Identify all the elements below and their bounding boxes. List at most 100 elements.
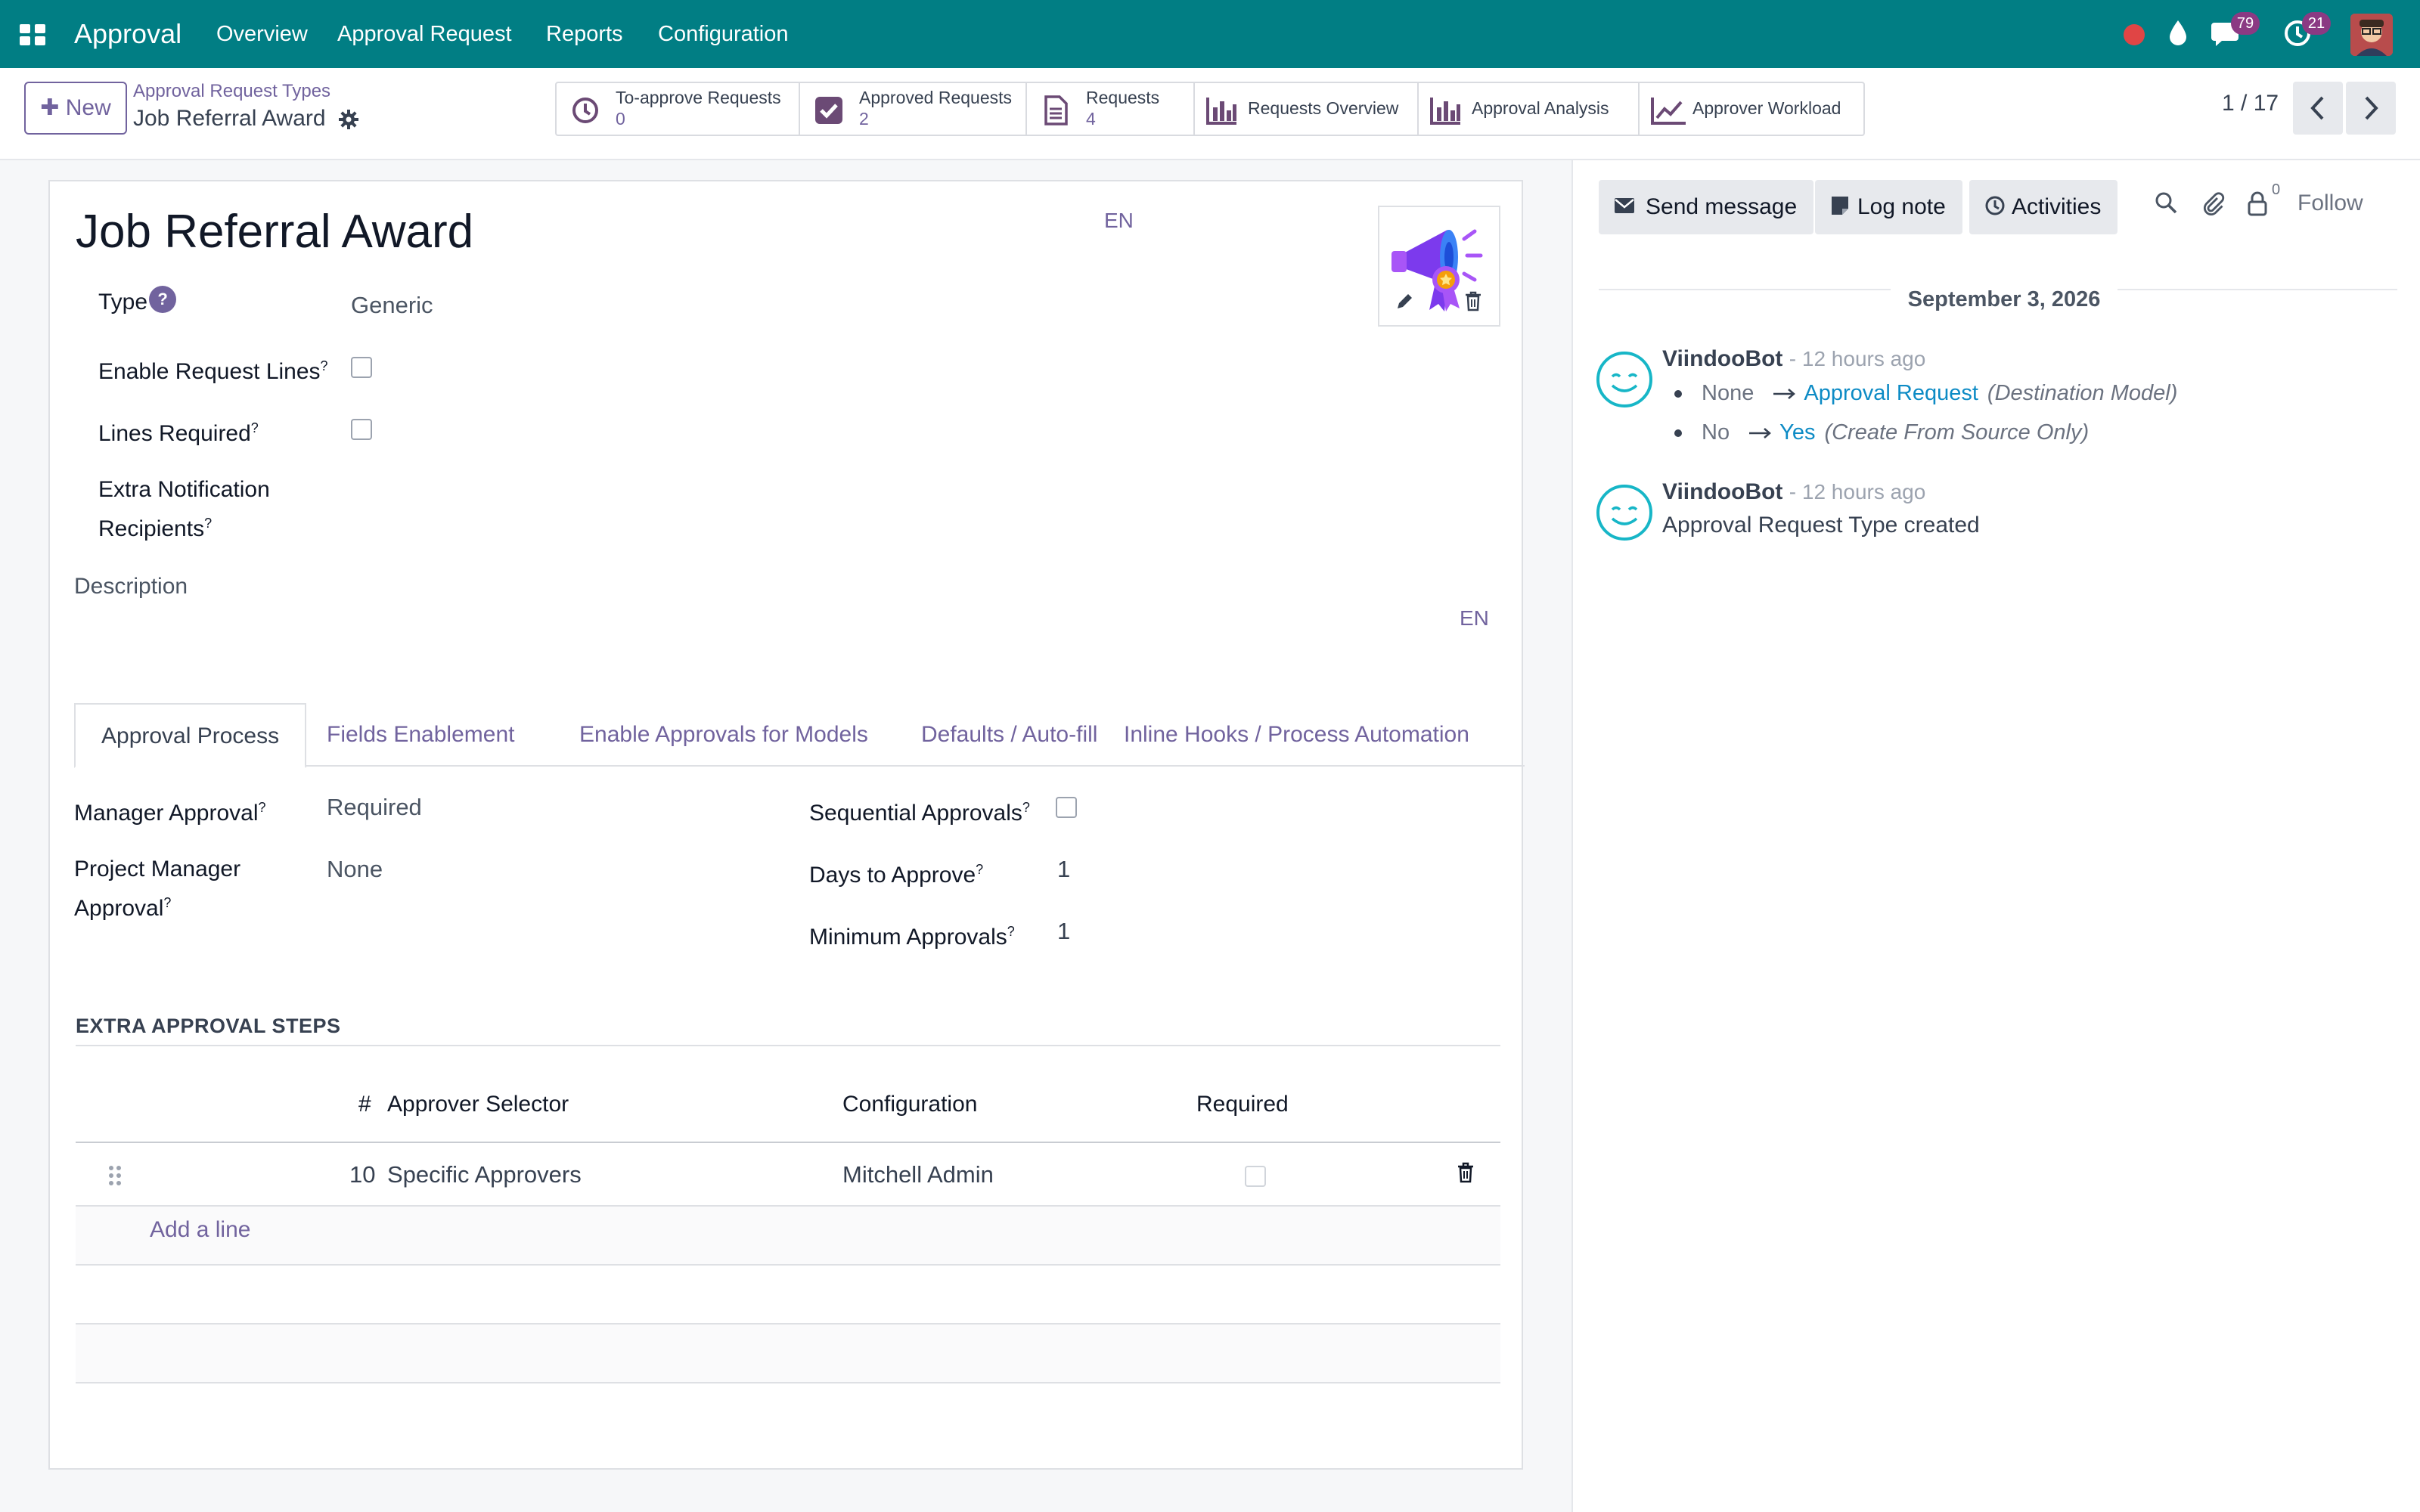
extra-notification-text-1: Extra Notification xyxy=(98,477,270,502)
description-field[interactable] xyxy=(74,605,1466,673)
enable-request-lines-label: Enable Request Lines? xyxy=(98,349,328,389)
sequential-approvals-checkbox[interactable] xyxy=(1056,797,1077,818)
row-divider xyxy=(76,1264,1500,1266)
type-image[interactable] xyxy=(1378,206,1500,327)
empty-row xyxy=(76,1325,1500,1382)
approval-analysis-button[interactable]: Approval Analysis xyxy=(1419,83,1640,135)
approver-workload-button[interactable]: Approver Workload xyxy=(1640,83,1863,135)
tab-enable-approvals-for-models[interactable]: Enable Approvals for Models xyxy=(554,703,894,767)
column-required[interactable]: Required xyxy=(1196,1092,1289,1117)
control-panel: ✚ New Approval Request Types Job Referra… xyxy=(0,68,2420,160)
clock-icon xyxy=(570,95,600,125)
minimum-approvals-value[interactable]: 1 xyxy=(1057,915,1070,948)
gear-icon[interactable] xyxy=(338,109,359,130)
tab-inline-hooks[interactable]: Inline Hooks / Process Automation xyxy=(1098,703,1495,767)
help-mark[interactable]: ? xyxy=(204,516,212,531)
requests-overview-button[interactable]: Requests Overview xyxy=(1195,83,1419,135)
log-note-label: Log note xyxy=(1857,194,1946,219)
menu-configuration[interactable]: Configuration xyxy=(658,20,789,48)
column-configuration[interactable]: Configuration xyxy=(842,1092,977,1117)
type-label: Type? xyxy=(98,286,177,319)
description-lang-button[interactable]: EN xyxy=(1460,606,1489,631)
record-dot-icon[interactable] xyxy=(2124,24,2145,45)
message-author[interactable]: ViindooBot - 12 hours ago xyxy=(1662,346,1925,372)
tab-approval-process[interactable]: Approval Process xyxy=(74,703,307,768)
minimum-approvals-text: Minimum Approvals xyxy=(809,925,1007,950)
row-delete-trash-icon[interactable] xyxy=(1457,1161,1475,1184)
log-note-button[interactable]: Log note xyxy=(1815,180,1962,234)
type-label-text: Type xyxy=(98,290,148,314)
new-button[interactable]: ✚ New xyxy=(24,82,127,135)
add-line-link[interactable]: Add a line xyxy=(150,1217,250,1243)
menu-overview[interactable]: Overview xyxy=(216,20,308,48)
send-message-button[interactable]: Send message xyxy=(1599,180,1814,234)
message-author[interactable]: ViindooBot - 12 hours ago xyxy=(1662,479,1925,505)
tracking-old-value: None xyxy=(1702,381,1754,405)
pm-approval-value[interactable]: None xyxy=(327,853,383,886)
activities-button[interactable]: Activities xyxy=(1969,180,2118,234)
follow-button[interactable]: Follow xyxy=(2297,191,2363,216)
title-lang-button[interactable]: EN xyxy=(1104,209,1134,233)
column-seq[interactable]: # xyxy=(358,1092,371,1117)
apps-grid-icon[interactable] xyxy=(18,20,48,50)
user-avatar[interactable] xyxy=(2350,14,2393,56)
row-required-checkbox[interactable] xyxy=(1245,1166,1266,1187)
breadcrumb-parent[interactable]: Approval Request Types xyxy=(133,80,330,103)
bot-avatar[interactable] xyxy=(1596,351,1653,408)
approver-workload-label: Approver Workload xyxy=(1692,98,1841,118)
arrow-right-icon xyxy=(1749,428,1772,439)
tab-defaults-autofill[interactable]: Defaults / Auto-fill xyxy=(895,703,1123,767)
column-approver-selector[interactable]: Approver Selector xyxy=(387,1092,569,1117)
pager-value[interactable]: 1 / 17 xyxy=(2222,91,2279,116)
type-value[interactable]: Generic xyxy=(351,289,433,322)
pager-previous-button[interactable] xyxy=(2293,82,2343,135)
new-button-label: New xyxy=(65,95,111,120)
help-mark[interactable]: ? xyxy=(1022,800,1030,815)
document-icon xyxy=(1041,95,1071,125)
requests-button[interactable]: Requests 4 xyxy=(1027,83,1195,135)
tab-fields-enablement[interactable]: Fields Enablement xyxy=(301,703,540,767)
paperclip-icon[interactable] xyxy=(2201,191,2225,216)
drop-icon[interactable] xyxy=(2166,18,2190,48)
help-mark[interactable]: ? xyxy=(163,895,171,910)
line-chart-icon xyxy=(1650,95,1686,125)
help-mark[interactable]: ? xyxy=(1007,924,1015,939)
pencil-icon[interactable] xyxy=(1395,292,1414,311)
menu-approval-request[interactable]: Approval Request xyxy=(337,20,512,48)
followers-count: 0 xyxy=(2272,181,2281,198)
top-navbar: Approval Overview Approval Request Repor… xyxy=(0,0,2420,68)
table-row[interactable]: 10 Specific Approvers Mitchell Admin xyxy=(76,1143,1500,1205)
lines-required-label: Lines Required? xyxy=(98,411,259,451)
record-title[interactable]: Job Referral Award xyxy=(76,204,473,260)
help-mark[interactable]: ? xyxy=(976,862,983,877)
drag-handle-icon[interactable] xyxy=(107,1164,123,1187)
lines-required-checkbox[interactable] xyxy=(351,419,372,440)
activities-badge: 21 xyxy=(2302,12,2331,35)
row-configuration: Mitchell Admin xyxy=(842,1161,994,1188)
extra-notification-field[interactable] xyxy=(351,473,1334,534)
activities-label: Activities xyxy=(2012,194,2102,219)
tracking-new-value: Yes xyxy=(1779,420,1816,445)
help-mark[interactable]: ? xyxy=(259,800,266,815)
manager-approval-value[interactable]: Required xyxy=(327,791,422,824)
pager-next-button[interactable] xyxy=(2346,82,2396,135)
bot-avatar[interactable] xyxy=(1596,484,1653,541)
trash-icon[interactable] xyxy=(1464,290,1482,311)
to-approve-requests-button[interactable]: To-approve Requests 0 xyxy=(557,83,800,135)
help-mark[interactable]: ? xyxy=(321,358,328,373)
enable-request-lines-checkbox[interactable] xyxy=(351,357,372,378)
days-to-approve-value[interactable]: 1 xyxy=(1057,853,1070,886)
approved-requests-button[interactable]: Approved Requests 2 xyxy=(800,83,1027,135)
message-time: - 12 hours ago xyxy=(1789,480,1926,503)
help-mark[interactable]: ? xyxy=(251,420,259,435)
app-name[interactable]: Approval xyxy=(74,17,182,51)
pm-approval-label: Project Manager Approval? xyxy=(74,853,240,925)
lines-required-text: Lines Required xyxy=(98,421,251,446)
search-icon[interactable] xyxy=(2154,191,2178,215)
type-help-badge[interactable]: ? xyxy=(149,286,177,313)
days-to-approve-label: Days to Approve? xyxy=(809,853,983,892)
requests-label: Requests xyxy=(1086,88,1160,107)
menu-reports[interactable]: Reports xyxy=(546,20,623,48)
lock-icon[interactable] xyxy=(2246,191,2269,216)
messages-badge: 79 xyxy=(2231,12,2260,35)
